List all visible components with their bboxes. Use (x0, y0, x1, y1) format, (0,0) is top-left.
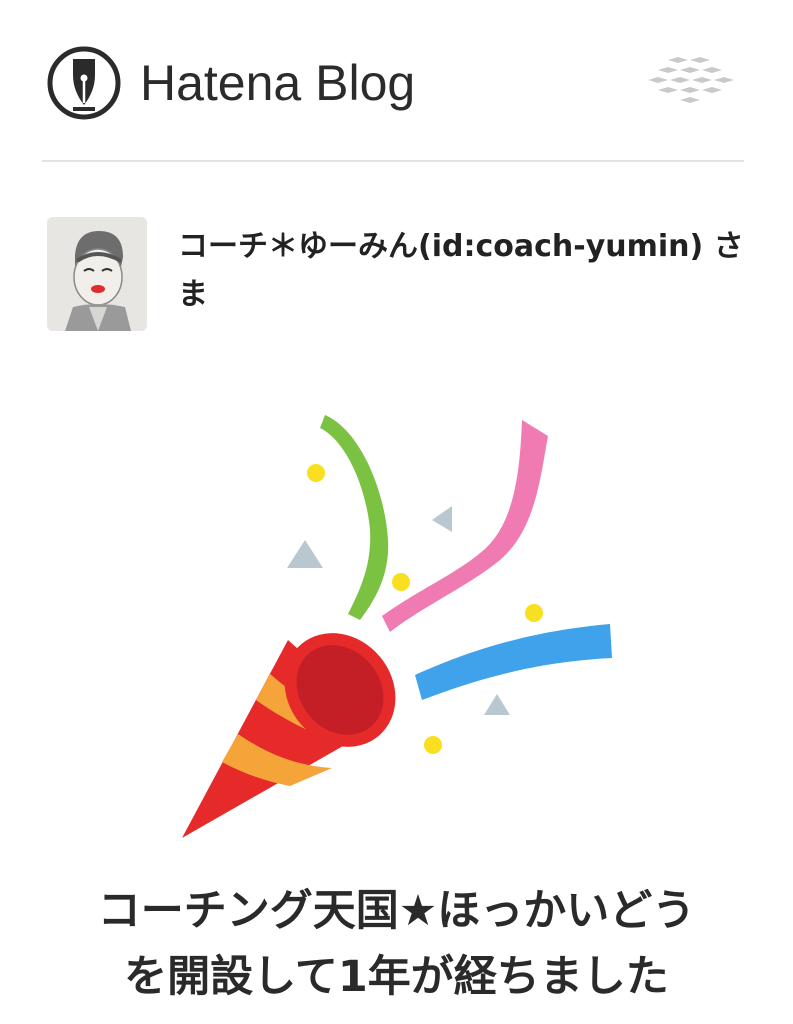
pink-ribbon (382, 420, 548, 632)
confetti-dot (525, 604, 543, 622)
header-divider (42, 160, 744, 162)
pen-nib-icon (47, 46, 121, 120)
confetti-dot (424, 736, 442, 754)
username-text: コーチ＊ゆーみん(id:coach-yumin) さま (178, 229, 744, 312)
message-line-2: を開設して1年が経ちました (124, 952, 669, 1002)
confetti-triangle (287, 540, 323, 568)
confetti-triangle (484, 694, 510, 715)
avatar-illustration (47, 217, 147, 331)
confetti-triangle (432, 506, 452, 532)
confetti-dot (392, 573, 410, 591)
logo-text: Hatena Blog (140, 55, 416, 111)
message-line-1: コーチング天国★ほっかいどう (97, 886, 696, 936)
hatena-blog-logo[interactable]: Hatena Blog (46, 44, 415, 122)
service-menu-icon[interactable] (644, 54, 740, 110)
green-ribbon (320, 415, 389, 620)
avatar[interactable] (47, 217, 147, 331)
app-header: Hatena Blog (0, 0, 793, 162)
confetti-dot (307, 464, 325, 482)
blue-ribbon (415, 624, 612, 700)
party-popper-illustration (182, 415, 612, 838)
anniversary-message: コーチング天国★ほっかいどう を開設して1年が経ちました (20, 878, 773, 1010)
